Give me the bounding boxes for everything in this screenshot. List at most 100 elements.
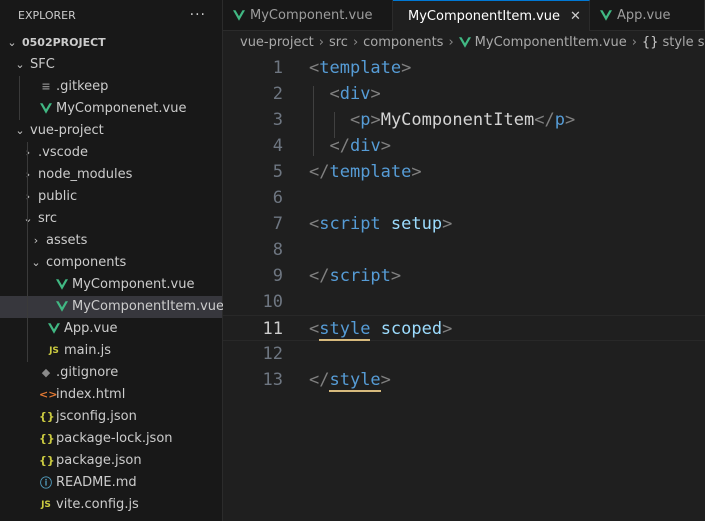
line-number: 2 bbox=[272, 84, 283, 104]
chevron-right-icon[interactable]: › bbox=[22, 164, 34, 186]
file-item[interactable]: ⓘ README.md bbox=[0, 472, 222, 494]
breadcrumb-item[interactable]: src bbox=[329, 35, 348, 50]
chevron-down-icon[interactable]: ⌄ bbox=[14, 54, 26, 76]
folder-item[interactable]: ⌄ src bbox=[0, 208, 222, 230]
tree-item-label: vite.config.js bbox=[56, 497, 139, 512]
tree-item-label: node_modules bbox=[38, 167, 133, 182]
chevron-down-icon[interactable]: ⌄ bbox=[6, 32, 18, 54]
code-line[interactable]: 4 </div> bbox=[223, 133, 705, 159]
file-item[interactable]: MyComponentItem.vue bbox=[0, 296, 224, 318]
tree-item-label: App.vue bbox=[64, 321, 118, 336]
tree-item-label: README.md bbox=[56, 475, 137, 490]
breadcrumb-item[interactable]: style scoped bbox=[662, 35, 705, 50]
tab-mycomponent[interactable]: MyComponent.vue bbox=[223, 0, 393, 31]
tree-item-label: index.html bbox=[56, 387, 126, 402]
code-line[interactable]: 13 </style> bbox=[223, 367, 705, 393]
braces-icon: {} bbox=[641, 35, 659, 50]
tree-item-label: 0502PROJECT bbox=[22, 36, 106, 49]
file-item[interactable]: ◆ .gitignore bbox=[0, 362, 222, 384]
code-line[interactable]: 8 bbox=[223, 237, 705, 263]
line-number: 1 bbox=[272, 58, 283, 78]
file-item[interactable]: ≡ .gitkeep bbox=[0, 76, 222, 98]
tab-mycomponentitem[interactable]: MyComponentItem.vue ✕ bbox=[393, 0, 590, 31]
file-item[interactable]: App.vue bbox=[0, 318, 222, 340]
code-line[interactable]: 10 bbox=[223, 289, 705, 315]
explorer-sidebar: EXPLORER ··· ⌄ 0502PROJECT ⌄ SFC ≡ .gitkeep My… bbox=[0, 0, 224, 521]
chevron-right-icon: › bbox=[352, 35, 359, 50]
line-number: 5 bbox=[272, 162, 283, 182]
close-icon[interactable]: ✕ bbox=[570, 9, 581, 24]
line-number: 9 bbox=[272, 266, 283, 286]
file-item[interactable]: {} jsconfig.json bbox=[0, 406, 222, 428]
code-line-current[interactable]: 11 <style scoped> bbox=[223, 315, 705, 341]
chevron-right-icon[interactable]: › bbox=[22, 186, 34, 208]
file-item[interactable]: JS main.js bbox=[0, 340, 222, 362]
file-item[interactable]: {} package-lock.json bbox=[0, 428, 222, 450]
tab-label: MyComponent.vue bbox=[250, 8, 373, 23]
folder-item[interactable]: ⌄ components bbox=[0, 252, 222, 274]
explorer-header: EXPLORER ··· bbox=[0, 0, 222, 30]
code-content: <script setup> bbox=[309, 214, 453, 234]
tree-item-label: .vscode bbox=[38, 145, 88, 160]
tree-item-label: vue-project bbox=[30, 123, 104, 138]
code-line[interactable]: 12 bbox=[223, 341, 705, 367]
folder-item[interactable]: › node_modules bbox=[0, 164, 222, 186]
chevron-right-icon[interactable]: › bbox=[22, 142, 34, 164]
tree-item-label: components bbox=[46, 255, 127, 270]
code-line[interactable]: 7 <script setup> bbox=[223, 211, 705, 237]
chevron-down-icon[interactable]: ⌄ bbox=[22, 208, 34, 230]
explorer-title: EXPLORER bbox=[18, 8, 76, 22]
tree-indent-guide bbox=[27, 142, 28, 362]
folder-item[interactable]: › public bbox=[0, 186, 222, 208]
code-editor[interactable]: 1 <template> 2 <div> 3 <p>MyComponentIte… bbox=[223, 55, 705, 521]
folder-item[interactable]: ⌄ vue-project bbox=[0, 120, 222, 142]
breadcrumb-item[interactable]: vue-project bbox=[240, 35, 314, 50]
tab-label: App.vue bbox=[617, 8, 671, 23]
vue-file-icon bbox=[48, 323, 60, 334]
code-content: </style> bbox=[309, 370, 391, 392]
code-content: <p>MyComponentItem</p> bbox=[349, 110, 576, 130]
chevron-right-icon: › bbox=[448, 35, 454, 50]
folder-item[interactable]: ⌄ SFC bbox=[0, 54, 222, 76]
code-line[interactable]: 6 bbox=[223, 185, 705, 211]
file-item[interactable]: MyComponent.vue bbox=[0, 274, 222, 296]
chevron-right-icon[interactable]: › bbox=[30, 230, 42, 252]
code-line[interactable]: 9 </script> bbox=[223, 263, 705, 289]
code-line[interactable]: 2 <div> bbox=[223, 81, 705, 107]
file-item[interactable]: <> index.html bbox=[0, 384, 222, 406]
line-number: 7 bbox=[272, 214, 283, 234]
tab-app[interactable]: App.vue bbox=[590, 0, 705, 31]
project-root[interactable]: ⌄ 0502PROJECT bbox=[0, 32, 222, 54]
code-content: </div> bbox=[329, 136, 391, 156]
vue-file-icon bbox=[458, 37, 471, 48]
tree-item-label: package.json bbox=[56, 453, 142, 468]
json-icon: {} bbox=[39, 432, 55, 445]
code-line[interactable]: 3 <p>MyComponentItem</p> bbox=[223, 107, 705, 133]
tree-item-label: MyComponenet.vue bbox=[56, 101, 187, 116]
line-number: 8 bbox=[272, 240, 283, 260]
chevron-down-icon[interactable]: ⌄ bbox=[14, 120, 26, 142]
file-item[interactable]: {} package.json bbox=[0, 450, 222, 472]
tree-indent-guide bbox=[19, 76, 20, 120]
vue-file-icon bbox=[56, 279, 68, 290]
code-line[interactable]: 5 </template> bbox=[223, 159, 705, 185]
line-number: 3 bbox=[272, 110, 283, 130]
breadcrumb-item[interactable]: MyComponentItem.vue bbox=[475, 35, 627, 50]
code-content: <style scoped> bbox=[309, 319, 453, 341]
file-item[interactable]: JS vite.config.js bbox=[0, 494, 222, 516]
file-item[interactable]: MyComponenet.vue bbox=[0, 98, 222, 120]
tree-item-label: MyComponent.vue bbox=[72, 277, 195, 292]
code-content: <template> bbox=[309, 58, 412, 78]
json-icon: {} bbox=[39, 410, 55, 423]
chevron-down-icon[interactable]: ⌄ bbox=[30, 252, 42, 274]
tab-label: MyComponentItem.vue bbox=[408, 8, 561, 24]
tree-item-label: src bbox=[38, 211, 57, 226]
more-actions-icon[interactable]: ··· bbox=[190, 7, 206, 23]
code-line[interactable]: 1 <template> bbox=[223, 55, 705, 81]
line-number: 11 bbox=[262, 319, 283, 339]
folder-item[interactable]: › .vscode bbox=[0, 142, 222, 164]
folder-item[interactable]: › assets bbox=[0, 230, 222, 252]
code-content: </script> bbox=[309, 266, 402, 286]
breadcrumb-item[interactable]: components bbox=[363, 35, 443, 50]
tree-item-label: assets bbox=[46, 233, 88, 248]
